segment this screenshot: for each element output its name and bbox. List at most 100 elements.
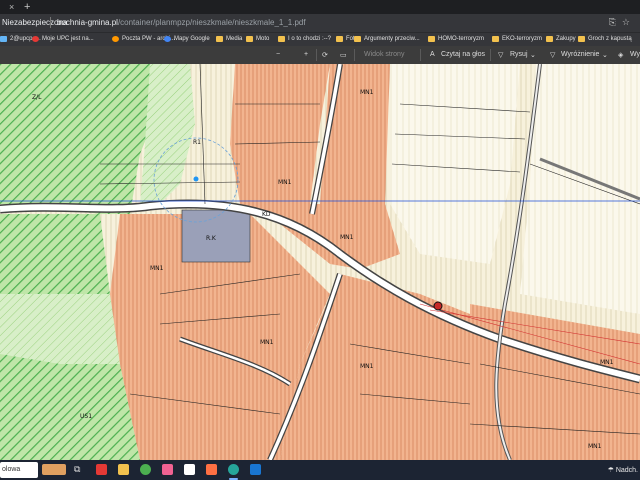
bookmark-label: Media [226, 36, 243, 42]
zone-label: MN1 [360, 89, 374, 96]
search-highlight-icon[interactable] [42, 464, 66, 475]
bookmark-label: Moje UPC jest na... [42, 36, 94, 42]
rotate-icon[interactable]: ⟳ [322, 51, 328, 59]
folder-icon [546, 36, 553, 42]
share-icon[interactable]: ⎘ [609, 17, 622, 27]
maps-icon [164, 36, 171, 42]
folder-icon [278, 36, 285, 42]
folder-icon [492, 36, 499, 42]
folder-icon [354, 36, 361, 42]
toolbar-divider [420, 49, 421, 61]
bookmark-label: Mapy Google [174, 36, 210, 42]
zone-label: MN1 [278, 179, 292, 186]
road-label: KD [262, 211, 271, 218]
taskbar-search-text: olowa [2, 466, 21, 473]
task-view-icon[interactable]: ⧉ [74, 464, 85, 475]
address-separator [50, 17, 51, 28]
location-marker [193, 176, 199, 182]
draw-button[interactable]: Rysuj [510, 51, 528, 58]
weather-text: Nadch. [615, 467, 638, 474]
highlight-dropdown-icon[interactable]: ⌄ [602, 51, 608, 59]
toolbar-divider [490, 49, 491, 61]
zone-label: MN1 [340, 234, 354, 241]
url-text[interactable]: bochnia-gmina.pl/container/planmpzp/nies… [57, 18, 306, 27]
file-explorer-icon[interactable] [118, 464, 129, 475]
app-icon[interactable] [184, 464, 195, 475]
chrome-icon[interactable] [140, 464, 151, 475]
bookmark-label: Groch z kapustą [588, 36, 632, 42]
bookmark-item[interactable]: Groch z kapustą [578, 36, 632, 42]
new-tab-button[interactable]: + [24, 1, 30, 13]
bookmark-item[interactable]: Moje UPC jest na... [32, 36, 94, 42]
bookmark-item[interactable]: Mapy Google [164, 36, 210, 42]
read-aloud-button[interactable]: Czytaj na głos [441, 51, 485, 58]
folder-icon [216, 36, 223, 42]
zone-label: Z/L [32, 94, 42, 101]
green-zone [0, 294, 120, 364]
address-bar-icons: ⎘☆ [609, 17, 636, 28]
bookmark-item[interactable]: Media [216, 36, 242, 42]
mail-icon [112, 36, 119, 42]
pdf-toolbar: − + ⟳ ▭ Widok strony A Czytaj na głos ▽ … [0, 46, 640, 64]
zone-label: US1 [80, 413, 92, 420]
bookmark-label: Argumenty przeciw... [364, 36, 420, 42]
upc-icon [32, 36, 39, 42]
bookmark-label: EKO-terroryzm [502, 36, 543, 42]
folder-icon [246, 36, 253, 42]
toolbar-divider [354, 49, 355, 61]
service-zone [181, 209, 251, 263]
zone-label: R1 [193, 139, 201, 146]
zone-label: R.K [206, 235, 217, 242]
highlight-icon: ▽ [550, 52, 556, 59]
draw-dropdown-icon[interactable]: ⌄ [530, 51, 536, 59]
close-tab-button[interactable]: × [9, 2, 14, 12]
taskbar: olowa ⧉ ☂ Nadch. [0, 460, 640, 480]
zoning-map: Z/L R1 MN1 MN1 MN1 MN1 MN1 MN1 MN1 MN1 R… [0, 64, 640, 460]
location-marker [433, 301, 443, 311]
bookmark-item[interactable]: EKO-terroryzm [492, 36, 542, 42]
bookmark-label: HOMO-terroryzm [438, 36, 484, 42]
folder-icon [336, 36, 343, 42]
zone-label: MN1 [600, 359, 614, 366]
link-icon [0, 36, 7, 42]
address-bar[interactable]: Niezabezpieczona bochnia-gmina.pl/contai… [0, 14, 640, 32]
page-view-button[interactable]: Widok strony [364, 51, 404, 58]
taskbar-search[interactable]: olowa [0, 462, 38, 478]
url-host: bochnia-gmina.pl [57, 18, 118, 27]
bookmark-label: I o to chodzi :--? [288, 36, 332, 42]
read-aloud-icon: A [430, 51, 435, 58]
word-icon[interactable] [250, 464, 261, 475]
weather-widget[interactable]: ☂ Nadch. [608, 466, 638, 474]
zoom-in-button[interactable]: + [304, 51, 308, 58]
url-path: /container/planmpzp/nieszkmale/nieszkmal… [117, 18, 306, 27]
app-icon[interactable] [96, 464, 107, 475]
bookmark-item[interactable]: Moto [246, 36, 269, 42]
bookmark-item[interactable]: I o to chodzi :--? [278, 36, 331, 42]
zone-label: MN1 [360, 363, 374, 370]
bookmark-label: Zakupy [556, 36, 576, 42]
zoom-out-button[interactable]: − [276, 51, 280, 58]
folder-icon [428, 36, 435, 42]
edge-icon[interactable] [228, 464, 239, 475]
weather-icon: ☂ [607, 467, 616, 474]
forest-zone [0, 364, 130, 460]
zone-label: MN1 [260, 339, 274, 346]
highlight-button[interactable]: Wyróżnienie [561, 51, 599, 58]
bookmark-item[interactable]: Zakupy [546, 36, 576, 42]
app-icon[interactable] [162, 464, 173, 475]
bookmark-item[interactable]: Argumenty przeciw... [354, 36, 420, 42]
more-tools-button[interactable]: Wy [630, 51, 640, 58]
bookmark-label: Moto [256, 36, 270, 42]
bookmark-star-icon[interactable]: ☆ [622, 17, 636, 27]
agricultural-zone [520, 64, 640, 314]
zone-label: MN1 [588, 443, 602, 450]
fit-page-icon[interactable]: ▭ [340, 51, 347, 59]
bookmarks-bar: 2@upcpo... Moje UPC jest na... Poczta PW -… [0, 32, 640, 46]
app-icon[interactable] [206, 464, 217, 475]
toolbar-divider [316, 49, 317, 61]
draw-icon: ▽ [498, 52, 504, 59]
erase-icon[interactable]: ◈ [618, 51, 623, 59]
bookmark-item[interactable]: HOMO-terroryzm [428, 36, 484, 42]
pdf-map-page[interactable]: Z/L R1 MN1 MN1 MN1 MN1 MN1 MN1 MN1 MN1 R… [0, 64, 640, 460]
zone-label: MN1 [150, 265, 164, 272]
